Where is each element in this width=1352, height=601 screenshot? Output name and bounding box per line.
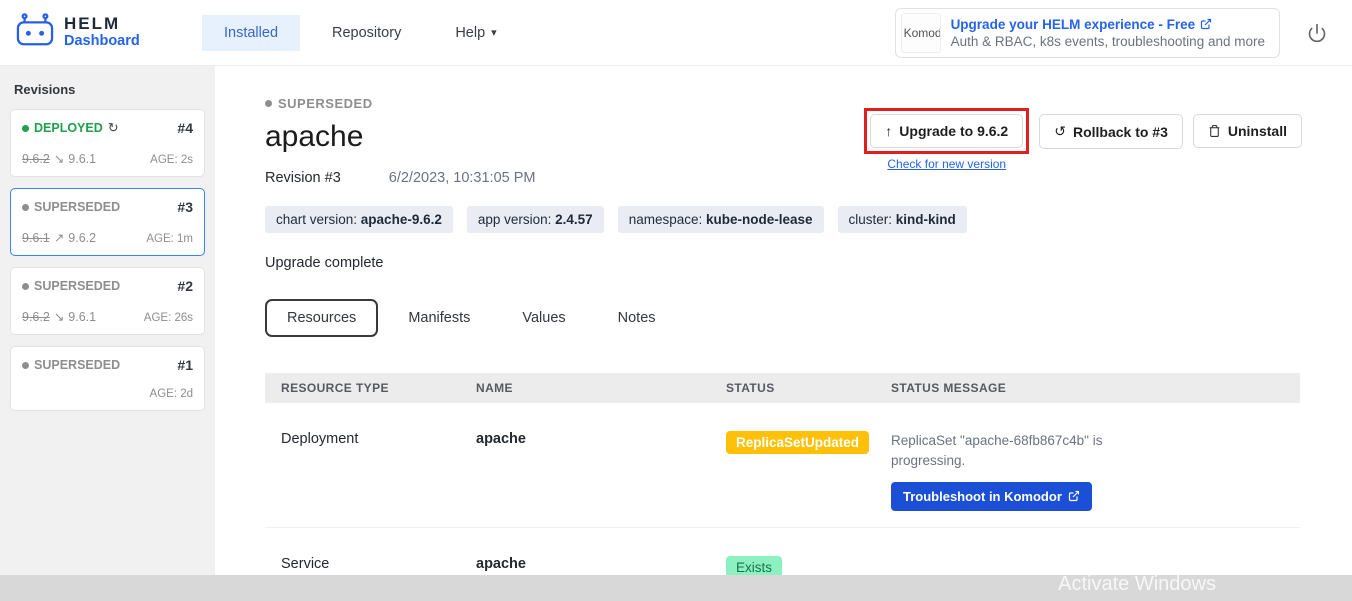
tab-notes[interactable]: Notes <box>596 299 678 337</box>
activate-windows-watermark: Activate Windows <box>1058 573 1216 596</box>
status-badge: Exists <box>726 556 782 576</box>
power-icon[interactable] <box>1300 16 1334 50</box>
troubleshoot-button-label: Troubleshoot in Komodor <box>903 489 1062 504</box>
rollback-icon: ↺ <box>1054 123 1066 140</box>
revision-number: #4 <box>177 120 193 136</box>
status-message-cell: ReplicaSet "apache-68fb867c4b" is progre… <box>891 431 1284 511</box>
nav-label: Repository <box>332 25 401 41</box>
revision-card-4[interactable]: DEPLOYED ↻ #4 9.6.2 ↘ 9.6.1 AGE: 2s <box>10 109 205 177</box>
reload-icon: ↻ <box>108 120 119 136</box>
revision-card-2[interactable]: SUPERSEDED #2 9.6.2 ↘ 9.6.1 AGE: 26s <box>10 267 205 335</box>
rollback-button[interactable]: ↺ Rollback to #3 <box>1039 114 1183 149</box>
table-row: Deployment apache ReplicaSetUpdated Repl… <box>265 415 1300 528</box>
rollback-button-label: Rollback to #3 <box>1073 124 1168 140</box>
uninstall-button-label: Uninstall <box>1228 123 1287 139</box>
revision-versions: 9.6.2 ↘ 9.6.1 <box>22 309 96 324</box>
detail-tabs: Resources Manifests Values Notes <box>265 299 1302 337</box>
chevron-down-icon: ▾ <box>491 26 497 39</box>
release-actions: ↑ Upgrade to 9.6.2 Check for new version… <box>864 108 1302 171</box>
promo-title-text: Upgrade your HELM experience - Free <box>951 17 1196 32</box>
release-description: Upgrade complete <box>265 255 1302 271</box>
status-dot-icon <box>265 100 272 107</box>
check-new-version-link[interactable]: Check for new version <box>887 157 1006 171</box>
revision-label: Revision #3 <box>265 170 341 186</box>
cluster-chip: cluster: kind-kind <box>838 206 967 233</box>
col-status: STATUS <box>726 381 891 395</box>
top-navbar: HELM Dashboard Installed Repository Help… <box>0 0 1352 66</box>
col-status-message: STATUS MESSAGE <box>891 381 1284 395</box>
col-resource-type: RESOURCE TYPE <box>281 381 476 395</box>
revision-card-3[interactable]: SUPERSEDED #3 9.6.1 ↗ 9.6.2 AGE: 1m <box>10 188 205 256</box>
table-row: Service apache Exists <box>265 540 1300 576</box>
app-version-chip: app version: 2.4.57 <box>467 206 604 233</box>
nav-label: Installed <box>224 25 278 41</box>
revision-date: 6/2/2023, 10:31:05 PM <box>389 170 536 186</box>
tab-values[interactable]: Values <box>500 299 587 337</box>
helm-logo-icon <box>14 12 56 53</box>
status-dot-icon <box>22 125 29 132</box>
annotation-highlight: ↑ Upgrade to 9.6.2 <box>864 108 1029 154</box>
logo-title: HELM <box>64 15 140 34</box>
nav-item-installed[interactable]: Installed <box>202 15 300 51</box>
logo-subtitle: Dashboard <box>64 34 140 50</box>
promo-subtitle: Auth & RBAC, k8s events, troubleshooting… <box>951 34 1265 49</box>
chart-version-chip: chart version: apache-9.6.2 <box>265 206 453 233</box>
release-badges: chart version: apache-9.6.2 app version:… <box>265 206 1302 233</box>
nav-item-help[interactable]: Help ▾ <box>433 15 518 51</box>
bottom-strip: Activate Windows <box>0 575 1352 601</box>
revision-status: SUPERSEDED <box>22 200 120 214</box>
resource-type-cell: Deployment <box>281 431 476 447</box>
resources-table: RESOURCE TYPE NAME STATUS STATUS MESSAGE… <box>265 373 1300 575</box>
troubleshoot-button[interactable]: Troubleshoot in Komodor <box>891 482 1092 511</box>
version-arrow-icon: ↘ <box>54 309 64 324</box>
revision-meta: Revision #3 6/2/2023, 10:31:05 PM <box>265 170 1302 186</box>
status-message-text: ReplicaSet "apache-68fb867c4b" is progre… <box>891 431 1141 472</box>
promo-upgrade-link[interactable]: Upgrade your HELM experience - Free <box>951 17 1265 32</box>
resource-type-cell: Service <box>281 556 476 572</box>
status-badge: ReplicaSetUpdated <box>726 431 869 454</box>
status-dot-icon <box>22 283 29 290</box>
table-header-row: RESOURCE TYPE NAME STATUS STATUS MESSAGE <box>265 373 1300 403</box>
trash-icon <box>1208 124 1221 138</box>
nav-label: Help <box>455 25 485 41</box>
upgrade-button[interactable]: ↑ Upgrade to 9.6.2 <box>870 114 1023 148</box>
uninstall-button[interactable]: Uninstall <box>1193 114 1302 148</box>
col-name: NAME <box>476 381 726 395</box>
komodor-promo-banner[interactable]: Komod Upgrade your HELM experience - Fre… <box>895 8 1280 58</box>
revision-number: #3 <box>177 199 193 215</box>
resource-name-cell: apache <box>476 556 726 572</box>
helm-dashboard-logo[interactable]: HELM Dashboard <box>14 12 174 53</box>
revision-age: AGE: 26s <box>144 312 193 324</box>
upgrade-button-label: Upgrade to 9.6.2 <box>899 123 1008 139</box>
komodor-logo: Komod <box>901 13 941 53</box>
revision-versions: 9.6.1 ↗ 9.6.2 <box>22 230 96 245</box>
revision-age: AGE: 2d <box>150 388 193 400</box>
revision-versions: 9.6.2 ↘ 9.6.1 <box>22 151 96 166</box>
revision-age: AGE: 1m <box>146 233 193 245</box>
revisions-sidebar: Revisions DEPLOYED ↻ #4 9.6.2 ↘ 9.6.1 AG… <box>0 66 215 575</box>
release-detail-panel: SUPERSEDED apache ↑ Upgrade to 9.6.2 Che… <box>215 66 1352 575</box>
version-arrow-icon: ↗ <box>54 230 64 245</box>
tab-manifests[interactable]: Manifests <box>386 299 492 337</box>
main-nav: Installed Repository Help ▾ <box>202 15 519 51</box>
revision-number: #2 <box>177 278 193 294</box>
version-arrow-icon: ↘ <box>54 151 64 166</box>
status-dot-icon <box>22 204 29 211</box>
external-link-icon <box>1068 490 1080 502</box>
up-arrow-icon: ↑ <box>885 123 892 139</box>
namespace-chip: namespace: kube-node-lease <box>618 206 824 233</box>
revision-status: SUPERSEDED <box>22 358 120 372</box>
external-link-icon <box>1200 18 1212 30</box>
sidebar-title: Revisions <box>14 82 205 97</box>
revision-age: AGE: 2s <box>150 154 193 166</box>
nav-item-repository[interactable]: Repository <box>310 15 423 51</box>
revision-card-1[interactable]: SUPERSEDED #1 AGE: 2d <box>10 346 205 411</box>
tab-resources[interactable]: Resources <box>265 299 378 337</box>
revision-status: SUPERSEDED <box>22 279 120 293</box>
revision-number: #1 <box>177 357 193 373</box>
revision-status: DEPLOYED ↻ <box>22 120 119 136</box>
resource-name-cell: apache <box>476 431 726 447</box>
status-dot-icon <box>22 362 29 369</box>
